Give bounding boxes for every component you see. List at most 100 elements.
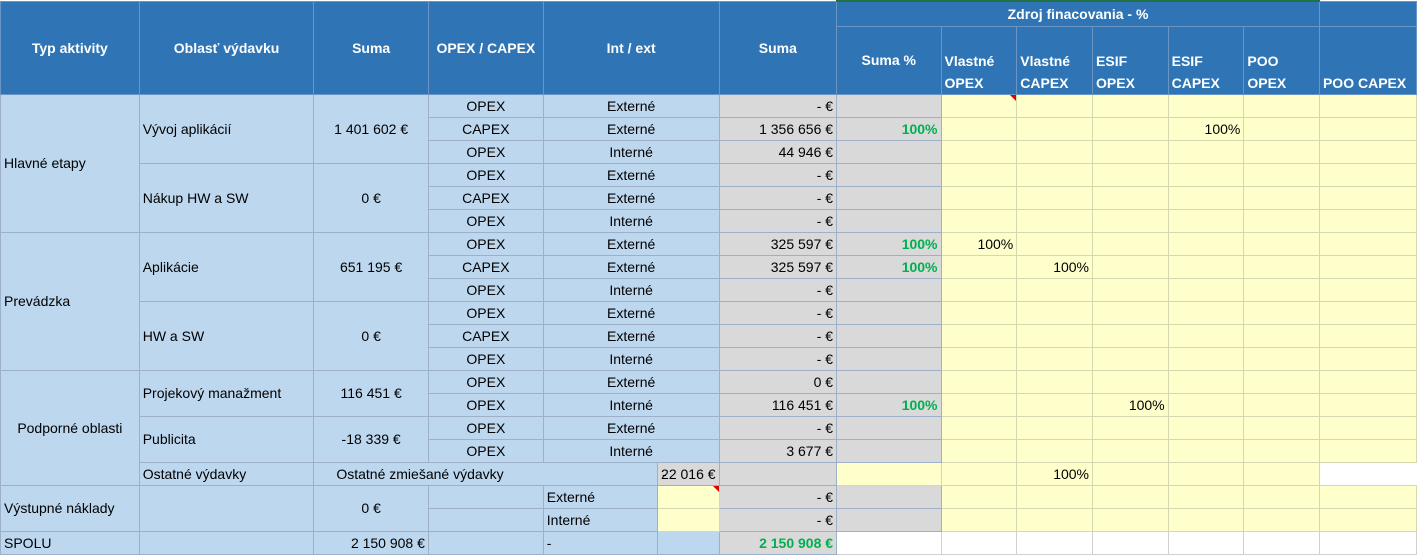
cell-vlastne-opex[interactable] [940,116,1018,141]
cell-poo-capex[interactable] [1318,231,1417,256]
cell-poo-opex[interactable] [1243,93,1320,118]
header-esif-capex[interactable]: ESIF CAPEX [1167,25,1245,95]
row-int-ext[interactable]: Externé [542,93,720,118]
cell-esif-opex[interactable] [1092,323,1169,348]
cell-esif-opex[interactable] [1092,346,1169,371]
cell-poo-capex[interactable] [1318,415,1417,440]
cell-poo-opex[interactable] [1243,346,1320,371]
row-suma[interactable]: - € [718,507,838,532]
cell-esif-opex[interactable] [1092,254,1169,279]
row-type[interactable]: OPEX [427,208,544,233]
row-suma-pct[interactable] [836,484,942,509]
cell-poo-capex[interactable] [1318,484,1417,509]
row-int-ext[interactable]: Externé [542,323,720,348]
cell-poo-opex[interactable] [1243,507,1320,532]
cell-vlastne-capex[interactable] [1016,139,1094,164]
cell-esif-opex[interactable]: 100% [1092,392,1169,417]
cell-vlastne-capex[interactable] [1016,323,1094,348]
cell-vlastne-opex[interactable] [940,507,1018,532]
cell-vlastne-capex[interactable] [1016,507,1094,532]
cell-esif-capex[interactable]: 100% [1167,116,1245,141]
spolu-empty[interactable] [657,530,720,555]
cell-vlastne-capex[interactable] [1016,116,1094,141]
cell-poo-capex[interactable] [1318,139,1417,164]
area-ostatne-vydavky[interactable]: Ostatné výdavky [138,461,315,486]
row-suma[interactable]: 116 451 € [718,392,838,417]
cell-esif-opex[interactable] [1092,139,1169,164]
row-suma[interactable]: 44 946 € [718,139,838,164]
cell-esif-capex[interactable] [1167,507,1245,532]
header-int-ext[interactable]: Int / ext [542,0,720,95]
cell-esif-capex[interactable] [1167,93,1245,118]
spolu-empty[interactable] [836,530,942,555]
cell-vlastne-opex[interactable] [940,484,1018,509]
spolu-empty[interactable] [1243,530,1320,555]
row-type[interactable]: OPEX [427,93,544,118]
row-suma[interactable]: - € [718,323,838,348]
cell-vlastne-capex[interactable] [1016,415,1094,440]
cell-poo-capex[interactable] [1318,208,1417,233]
row-type[interactable] [427,507,544,532]
spolu-empty[interactable] [1318,530,1417,555]
cell-vlastne-capex[interactable] [1016,300,1094,325]
row-suma-pct[interactable] [836,507,942,532]
cell-esif-capex[interactable] [1167,392,1245,417]
cell-vlastne-opex[interactable] [940,300,1018,325]
cell-vlastne-opex[interactable] [940,254,1018,279]
row-suma-pct[interactable] [836,185,942,210]
row-suma-pct[interactable] [836,300,942,325]
cell-vlastne-opex[interactable] [940,93,1018,118]
row-int-ext[interactable]: Externé [542,116,720,141]
row-int-ext[interactable]: Externé [542,300,720,325]
spolu-empty[interactable] [1092,530,1169,555]
area-publicita-sum[interactable]: -18 339 € [313,415,429,463]
cell-poo-opex[interactable] [1243,277,1320,302]
row-type[interactable]: OPEX [427,438,544,463]
cell-esif-opex[interactable] [1092,116,1169,141]
cell-esif-capex[interactable] [1167,346,1245,371]
cell-vlastne-opex[interactable] [940,369,1018,394]
cell-vlastne-opex[interactable] [940,139,1018,164]
cell-vlastne-opex[interactable] [940,323,1018,348]
cell-vlastne-opex[interactable] [940,208,1018,233]
cell-esif-capex[interactable] [1167,254,1245,279]
cell-esif-opex[interactable] [1092,415,1169,440]
row-suma-pct[interactable] [836,323,942,348]
row-suma[interactable]: 325 597 € [718,254,838,279]
row-type[interactable] [427,484,544,509]
cell-poo-opex[interactable] [1243,323,1320,348]
cell-poo-capex[interactable] [1318,277,1417,302]
row-int-ext[interactable]: Externé [542,484,659,509]
cell-poo-capex[interactable] [1318,162,1417,187]
cell-esif-capex[interactable] [1167,323,1245,348]
header-esif-opex[interactable]: ESIF OPEX [1092,25,1169,95]
header-vlastne-opex[interactable]: Vlastné OPEX [940,25,1018,95]
cell-esif-capex[interactable] [1167,369,1245,394]
row-suma[interactable]: - € [718,185,838,210]
row-int-ext[interactable]: Externé [542,415,720,440]
cell-vlastne-capex[interactable] [1016,185,1094,210]
group-hlavne-etapy[interactable]: Hlavné etapy [0,93,140,233]
row-type[interactable]: CAPEX [427,254,544,279]
area-aplikacie[interactable]: Aplikácie [138,231,315,302]
cell-vlastne-opex[interactable] [940,162,1018,187]
row-suma-pct[interactable]: 100% [836,231,942,256]
cell-poo-opex[interactable] [1243,208,1320,233]
cell-poo-opex[interactable] [1243,162,1320,187]
row-suma-pct[interactable] [836,369,942,394]
header-poo-capex[interactable]: POO CAPEX [1318,25,1417,95]
area-vystupne-empty[interactable] [138,484,315,532]
area-projekovy-manazment[interactable]: Projekový manažment [138,369,315,417]
cell-vlastne-capex[interactable] [1016,346,1094,371]
cell-poo-capex[interactable] [1318,507,1417,532]
cell-vlastne-capex[interactable] [1016,208,1094,233]
cell-esif-capex[interactable] [1167,300,1245,325]
row-int-ext[interactable]: Interné [542,208,720,233]
row-suma[interactable]: - € [718,277,838,302]
spolu-empty[interactable] [138,530,315,555]
header-opex-capex[interactable]: OPEX / CAPEX [427,0,544,95]
area-nakup-sum[interactable]: 0 € [313,162,429,233]
cell-esif-opex[interactable] [1092,277,1169,302]
row-int-ext[interactable]: Externé [542,369,720,394]
row-suma-pct[interactable] [836,208,942,233]
